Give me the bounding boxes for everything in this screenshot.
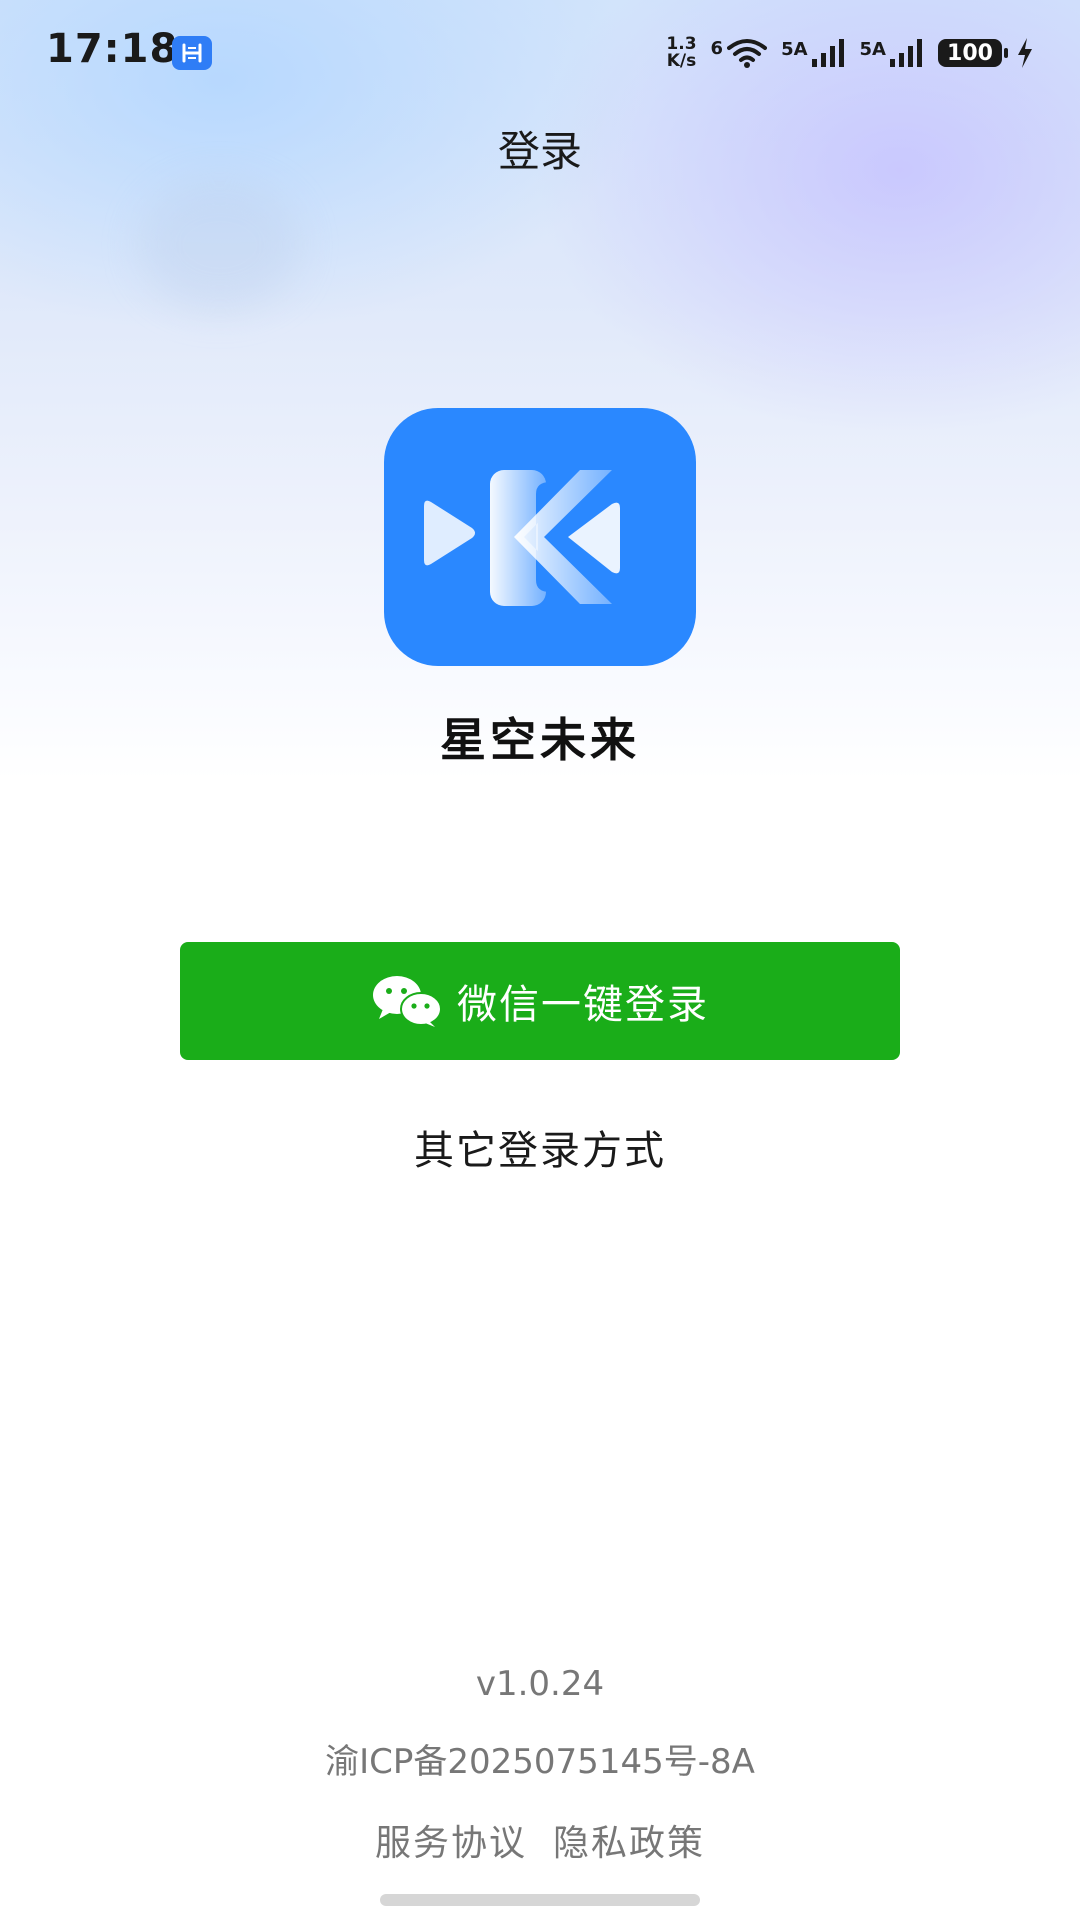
terms-of-service-link[interactable]: 服务协议 bbox=[375, 1814, 527, 1866]
page-title: 登录 bbox=[497, 127, 582, 176]
signal-bars-icon bbox=[890, 39, 922, 67]
battery-indicator: 100 bbox=[938, 39, 1008, 67]
signal-bars-icon bbox=[811, 39, 844, 67]
icp-registration: 渝ICP备2025075145号-8A bbox=[325, 1742, 755, 1782]
status-bar: 17:18 1.3 K/s 6 5A 5A 100 bbox=[0, 0, 1080, 104]
home-indicator[interactable] bbox=[380, 1894, 700, 1906]
network-speed-unit: K/s bbox=[666, 51, 697, 71]
sim1-signal: 5A bbox=[781, 39, 845, 67]
app-version: v1.0.24 bbox=[475, 1664, 605, 1704]
footer-links: 服务协议 隐私政策 bbox=[0, 1814, 1080, 1866]
wifi-icon bbox=[727, 39, 768, 68]
charging-bolt-icon bbox=[1018, 38, 1032, 68]
wechat-login-label: 微信一键登录 bbox=[457, 982, 709, 1028]
wifi-label: 6 bbox=[710, 38, 724, 59]
wechat-login-button[interactable]: 微信一键登录 bbox=[180, 942, 900, 1060]
app-name: 星空未来 bbox=[440, 713, 640, 767]
other-login-methods-link[interactable]: 其它登录方式 bbox=[0, 1118, 1080, 1176]
sim2-label: 5A bbox=[859, 39, 886, 60]
battery-level: 100 bbox=[947, 40, 993, 66]
wechat-icon bbox=[373, 976, 442, 1027]
network-speed: 1.3 K/s bbox=[666, 36, 696, 70]
notification-app-icon bbox=[172, 36, 212, 70]
status-time: 17:18 bbox=[46, 26, 179, 72]
sim1-label: 5A bbox=[781, 39, 808, 60]
wifi-indicator: 6 bbox=[711, 38, 768, 68]
app-logo bbox=[384, 408, 696, 666]
status-indicators: 1.3 K/s 6 5A 5A 100 bbox=[666, 32, 1034, 74]
privacy-policy-link[interactable]: 隐私政策 bbox=[553, 1814, 705, 1866]
background-blur-decoration bbox=[140, 180, 300, 310]
video-camera-k-logo-icon bbox=[424, 470, 620, 606]
sim2-signal: 5A bbox=[860, 39, 924, 67]
